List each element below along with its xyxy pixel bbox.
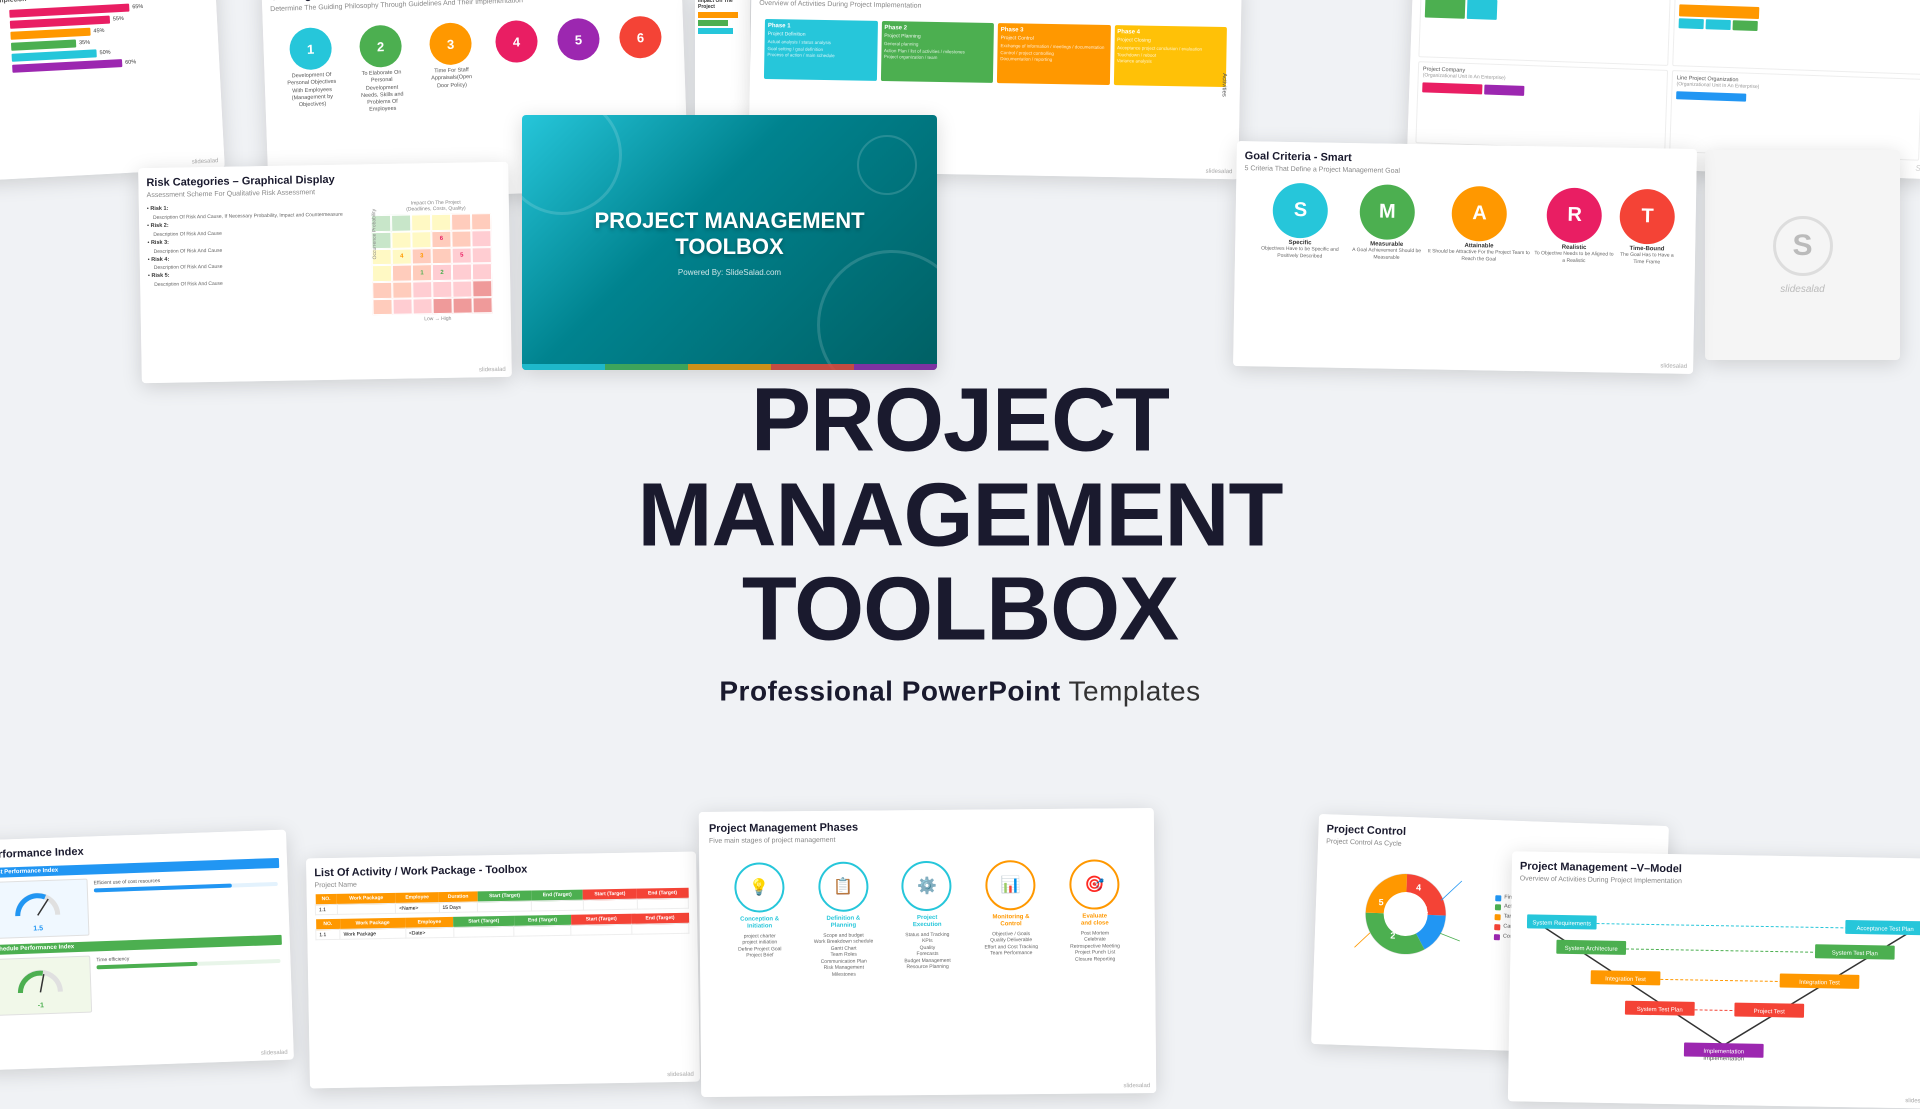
phase-circle-1: 💡 bbox=[734, 863, 784, 913]
phase-circle-1-text: project charterproject initiationDefine … bbox=[738, 933, 782, 959]
phase-circle-4: 📊 bbox=[985, 860, 1035, 910]
risk-categories-slide: Risk Categories – Graphical Display Asse… bbox=[138, 162, 512, 383]
svg-text:1: 1 bbox=[1423, 905, 1428, 915]
watermark-phase: slidesalad bbox=[1206, 169, 1233, 175]
main-title: PROJECT MANAGEMENT TOOLBOX bbox=[480, 373, 1440, 657]
gp-circle-1: 1 bbox=[289, 27, 332, 70]
smart-a: A bbox=[1452, 186, 1508, 242]
watermark-perf: slidesalad bbox=[261, 1050, 288, 1057]
phase-circle-4-title: Monitoring &Control bbox=[992, 914, 1029, 929]
svg-text:System Architecture: System Architecture bbox=[1565, 946, 1619, 953]
phase-2-box: Phase 2 Project Planning General plannin… bbox=[880, 21, 994, 83]
smart-t: T bbox=[1620, 189, 1676, 245]
phase-circle-3-text: Status and TrackingKPIsQualityForecastsB… bbox=[904, 931, 951, 970]
slidesalad-text: slidesalad bbox=[1780, 284, 1824, 295]
gp-text-2: To Elaborate On Personal Development Nee… bbox=[356, 70, 407, 115]
watermark-phases: slidesalad bbox=[1123, 1083, 1150, 1089]
project-phases-slide: Project Management Phases Five main stag… bbox=[699, 808, 1156, 1097]
watermark: slidesalad bbox=[192, 158, 219, 165]
slidesalad-s-icon: S bbox=[1773, 216, 1833, 276]
performance-index-slide: Performance Index Cost Performance Index… bbox=[0, 830, 294, 1071]
slidesalad-logo-slide: S slidesalad bbox=[1705, 150, 1900, 360]
vmodel-slide: Project Management –V–Model Overview of … bbox=[1508, 851, 1920, 1108]
svg-text:4: 4 bbox=[1415, 883, 1420, 893]
smart-a-desc: It Should be Attractive For the Project … bbox=[1424, 249, 1533, 264]
svg-text:System Test Plan: System Test Plan bbox=[1637, 1007, 1683, 1014]
smart-slide: Goal Criteria - Smart 5 Criteria That De… bbox=[1233, 141, 1697, 374]
watermark-risk: slidesalad bbox=[479, 367, 506, 373]
phase-circle-5-title: Evaluateand close bbox=[1081, 914, 1109, 929]
phase-circle-3-title: ProjectExecution bbox=[913, 915, 942, 930]
smart-r: R bbox=[1547, 188, 1603, 244]
svg-text:Integration Test: Integration Test bbox=[1799, 980, 1840, 987]
hero-slide-bg: PROJECT MANAGEMENTTOOLBOX Powered By: Sl… bbox=[522, 115, 937, 370]
phase-circle-1-title: Conception &Initiation bbox=[740, 917, 779, 932]
watermark-activity: slidesalad bbox=[667, 1072, 694, 1078]
smart-m-desc: A Goal Achievement Should be Measurable bbox=[1348, 247, 1424, 261]
phase-circle-5: 🎯 bbox=[1069, 860, 1119, 910]
watermark-vmodel: slidesalad bbox=[1905, 1098, 1920, 1104]
main-subtitle: Professional PowerPoint Templates bbox=[480, 675, 1440, 707]
phase-4-box: Phase 4 Project Closing Acceptance proje… bbox=[1113, 25, 1227, 87]
phase-item-5: 🎯 Evaluateand close Post MortemCelebrate… bbox=[1059, 860, 1130, 976]
smart-s-desc: Objectives Have to be Specific and Posit… bbox=[1251, 246, 1349, 261]
phase-circle-2-text: Scope and budgetWork Breakdown scheduleG… bbox=[814, 932, 874, 978]
phase-circle-2: 📋 bbox=[818, 862, 868, 912]
smart-s: S bbox=[1273, 183, 1329, 239]
vmodel-diagram: System Requirements System Architecture … bbox=[1524, 891, 1920, 1081]
phase-circle-4-text: Objective / GoalsQuality DeliverableEffo… bbox=[984, 931, 1038, 957]
gp-circle-2: 2 bbox=[359, 25, 402, 68]
watermark-smart: slidesalad bbox=[1660, 363, 1687, 369]
svg-text:2: 2 bbox=[1390, 931, 1395, 941]
phase-item-1: 💡 Conception &Initiation project charter… bbox=[724, 862, 795, 978]
phase-3-box: Phase 3 Project Control Exchange of info… bbox=[997, 23, 1111, 85]
svg-text:System Requirements: System Requirements bbox=[1532, 921, 1591, 928]
phases-subtitle: Five main stages of project management bbox=[709, 834, 1144, 845]
gp-text-3: Time For Staff Appraisals(Open Door Poli… bbox=[426, 67, 477, 90]
main-hero-area: PROJECT MANAGEMENT TOOLBOX Professional … bbox=[480, 373, 1440, 707]
smart-t-desc: The Goal Has to Have a Time Frame bbox=[1615, 252, 1680, 266]
gp-circle-5: 5 bbox=[557, 18, 600, 61]
smart-m: M bbox=[1359, 184, 1415, 240]
bar-chart-slide: Degree of Completion 65% 55% 45% 35% 50% bbox=[0, 0, 225, 182]
phases-title: Project Management Phases bbox=[709, 818, 1144, 836]
phase-1-box: Phase 1 Project Definition Actual analys… bbox=[764, 19, 878, 81]
hero-slide: PROJECT MANAGEMENTTOOLBOX Powered By: Sl… bbox=[522, 115, 937, 370]
svg-text:Acceptance Test Plan: Acceptance Test Plan bbox=[1856, 926, 1913, 933]
gp-circle-6: 6 bbox=[619, 16, 662, 59]
activity-list-slide: List Of Activity / Work Package - Toolbo… bbox=[306, 852, 700, 1089]
phase-item-3: ⚙️ ProjectExecution Status and TrackingK… bbox=[892, 861, 963, 977]
gp-circle-3: 3 bbox=[429, 22, 472, 65]
phase-item-4: 📊 Monitoring &Control Objective / GoalsQ… bbox=[975, 860, 1046, 976]
smart-r-desc: To Objective Needs to be Aligned to a Re… bbox=[1533, 250, 1615, 264]
phase-item-2: 📋 Definition &Planning Scope and budgetW… bbox=[808, 862, 879, 978]
phase-circle-3: ⚙️ bbox=[902, 861, 952, 911]
svg-text:Implementation: Implementation bbox=[1703, 1049, 1744, 1056]
top-strip-slide: Impact On The Project bbox=[695, 0, 750, 125]
svg-text:5: 5 bbox=[1378, 897, 1383, 907]
phase-circle-2-title: Definition &Planning bbox=[827, 916, 861, 931]
gp-text-1: Development Of Personal Objectives With … bbox=[286, 72, 337, 109]
svg-text:Integration Test: Integration Test bbox=[1605, 977, 1646, 984]
svg-text:System Test Plan: System Test Plan bbox=[1832, 951, 1878, 958]
gp-circle-4: 4 bbox=[495, 20, 538, 63]
phase-circle-5-text: Post MortemCelebrateRetrospective Meetin… bbox=[1070, 930, 1120, 963]
svg-text:Project Test: Project Test bbox=[1754, 1009, 1786, 1016]
